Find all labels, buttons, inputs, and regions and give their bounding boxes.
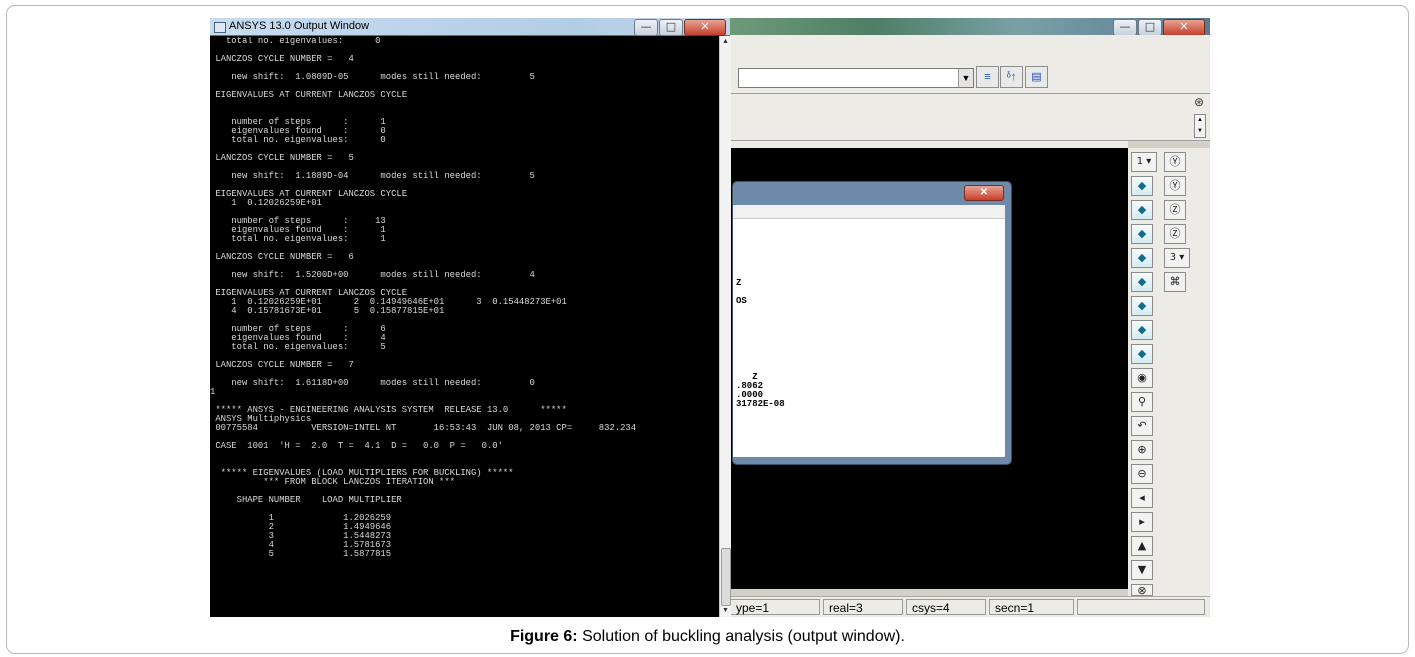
status-secn-field: secn=1 [989, 599, 1074, 615]
output-line: total no. eigenvalues: 0 [210, 37, 381, 46]
app-window-icon [214, 22, 226, 33]
caption-label: Figure 6: [510, 628, 578, 645]
zoom-icon[interactable]: ⚲ [1131, 392, 1153, 412]
output-line: new shift: 1.0809D-05 modes still needed… [210, 72, 535, 82]
output-line: 5 1.5877815 [210, 549, 392, 559]
output-line: 1 0.12026259E+01 [210, 198, 322, 208]
screenshot: — □ ✕ ▼ ≡ ᵟ↑ ▤ ⊛ ▲ ▼ ✕ Z OS Z .8062 .0000… [210, 18, 1210, 617]
combo-arrow-icon[interactable]: ▼ [958, 69, 973, 87]
output-window-title: ANSYS 13.0 Output Window [229, 20, 370, 32]
view-iso-y-icon[interactable]: Ⓨ [1164, 152, 1186, 172]
output-line: new shift: 1.6118D+00 modes still needed… [210, 378, 535, 388]
dialog-text-line: 31782E-08 [736, 399, 785, 409]
scroll-thumb[interactable] [721, 548, 731, 606]
output-line: CASE 1001 'H = 2.0 T = 4.1 D = 0.0 P = 0… [210, 441, 503, 451]
output-line: total no. eigenvalues: 1 [210, 234, 386, 244]
output-text-log: total no. eigenvalues: 0 LANCZOS CYCLE N… [210, 37, 718, 615]
output-maximize-button[interactable]: □ [659, 19, 683, 36]
command-input-combo[interactable]: ▼ [738, 68, 974, 88]
view-iso-z2-icon[interactable]: Ⓩ [1164, 224, 1186, 244]
view-iso-icon[interactable]: ◆ [1131, 296, 1153, 316]
output-line: EIGENVALUES AT CURRENT LANCZOS CYCLE [210, 90, 408, 100]
output-line: 1 [210, 387, 216, 397]
output-minimize-button[interactable]: — [634, 19, 658, 36]
output-line: 4 0.15781673E+01 5 0.15877815E+01 [210, 306, 445, 316]
pan-up-icon[interactable]: ▲ [1131, 536, 1153, 556]
pan-right-icon[interactable]: ▸ [1131, 512, 1153, 532]
output-line: LANCZOS CYCLE NUMBER = 5 [210, 153, 354, 163]
main-input-band: ▲ ▼ [730, 112, 1210, 141]
status-type-field: ype=1 [730, 599, 820, 615]
spin-down-icon[interactable]: ▼ [1197, 128, 1203, 134]
main-close-button[interactable]: ✕ [1163, 19, 1205, 36]
output-line: total no. eigenvalues: 0 [210, 135, 386, 145]
dialog-body: Z OS Z .8062 .0000 31782E-08 [733, 219, 1005, 457]
right-toolbar: 1 ▾ Ⓨ ◆ Ⓨ ◆ Ⓩ ◆ Ⓩ ◆ 3 ▾ ◆ ⌘ ◆ ◆ ◆ ◉ ⚲ ↶ … [1128, 148, 1210, 596]
zoom-in-icon[interactable]: ⊕ [1131, 440, 1153, 460]
main-menu-band [730, 35, 1210, 68]
toolbar-button-1[interactable]: ≡ [976, 66, 999, 88]
status-real-field: real=3 [823, 599, 903, 615]
toolbar-button-2[interactable]: ᵟ↑ [1000, 66, 1023, 88]
fit-view-icon[interactable]: ◉ [1131, 368, 1153, 388]
output-close-button[interactable]: ✕ [684, 19, 726, 36]
output-line: LANCZOS CYCLE NUMBER = 6 [210, 252, 354, 262]
output-line: new shift: 1.5200D+00 modes still needed… [210, 270, 535, 280]
view-left-icon[interactable]: ◆ [1131, 344, 1153, 364]
spin-control[interactable]: ▲ ▼ [1194, 114, 1206, 138]
output-line: SHAPE NUMBER LOAD MULTIPLIER [210, 495, 402, 505]
status-bar: ype=1 real=3 csys=4 secn=1 [730, 596, 1210, 617]
caption-text: Solution of buckling analysis (output wi… [577, 628, 905, 645]
output-line: LANCZOS CYCLE NUMBER = 4 [210, 54, 354, 64]
output-window-titlebar: ANSYS 13.0 Output Window — □ ✕ [210, 18, 730, 36]
dialog-menu-bar [733, 205, 1005, 219]
output-line: new shift: 1.1889D-04 modes still needed… [210, 171, 535, 181]
dialog-text-line: OS [736, 296, 747, 306]
status-csys-field: csys=4 [906, 599, 986, 615]
spin-up-icon[interactable]: ▲ [1197, 117, 1203, 123]
main-window-titlebar: — □ ✕ [730, 18, 1210, 36]
dialog-text-line: Z [736, 278, 742, 288]
output-window: ANSYS 13.0 Output Window — □ ✕ total no.… [210, 18, 731, 617]
scroll-down-icon[interactable]: ▼ [721, 606, 730, 616]
toolbar-button-3[interactable]: ▤ [1025, 66, 1048, 88]
collapse-icon[interactable]: ⊛ [1194, 95, 1204, 109]
pan-down-icon[interactable]: ▼ [1131, 560, 1153, 580]
main-maximize-button[interactable]: □ [1138, 19, 1162, 36]
view-bottom-icon[interactable]: ◆ [1131, 272, 1153, 292]
output-line: LANCZOS CYCLE NUMBER = 7 [210, 360, 354, 370]
status-blank-field [1077, 599, 1205, 615]
figure-caption: Figure 6: Solution of buckling analysis … [0, 628, 1415, 646]
view-side-icon[interactable]: ◆ [1131, 224, 1153, 244]
window-number-select[interactable]: 1 ▾ [1131, 152, 1157, 172]
output-scrollbar[interactable]: ▲ ▼ [719, 36, 731, 617]
output-line: total no. eigenvalues: 5 [210, 342, 386, 352]
dynamic-mode-icon[interactable]: ⌘ [1164, 272, 1186, 292]
main-toolbar-collapse-bar: ⊛ [730, 93, 1210, 113]
view-front-icon[interactable]: ◆ [1131, 176, 1153, 196]
view-top-icon[interactable]: ◆ [1131, 200, 1153, 220]
view-iso-y2-icon[interactable]: Ⓨ [1164, 176, 1186, 196]
view-oblique-icon[interactable]: ◆ [1131, 320, 1153, 340]
rotate-icon[interactable]: ⊗ [1131, 584, 1153, 596]
output-line: 00775584 VERSION=INTEL NT 16:53:43 JUN 0… [210, 423, 637, 433]
main-gap-band [730, 141, 1128, 148]
zoom-out-icon[interactable]: ⊖ [1131, 464, 1153, 484]
results-dialog: ✕ Z OS Z .8062 .0000 31782E-08 [732, 181, 1012, 465]
pan-left-icon[interactable]: ◂ [1131, 488, 1153, 508]
output-line: *** FROM BLOCK LANCZOS ITERATION *** [210, 477, 455, 487]
rotation-step-select[interactable]: 3 ▾ [1164, 248, 1190, 268]
dialog-close-button[interactable]: ✕ [964, 185, 1004, 201]
view-iso-z-icon[interactable]: Ⓩ [1164, 200, 1186, 220]
box-zoom-icon[interactable]: ↶ [1131, 416, 1153, 436]
view-back-icon[interactable]: ◆ [1131, 248, 1153, 268]
main-minimize-button[interactable]: — [1113, 19, 1137, 36]
scroll-up-icon[interactable]: ▲ [721, 37, 730, 47]
